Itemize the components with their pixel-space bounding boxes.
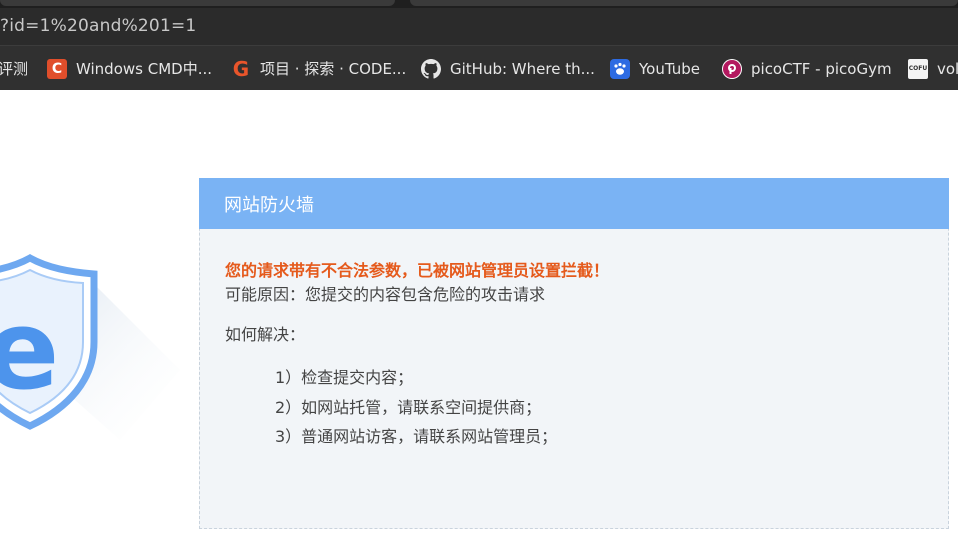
bookmark-item[interactable]: C Windows CMD中... <box>47 46 212 90</box>
address-url[interactable]: ?id=1%20and%201=1 <box>0 16 196 36</box>
baidu-paw-icon <box>610 58 630 79</box>
c-logo-icon: C <box>47 58 67 79</box>
panel-title: 网站防火墙 <box>199 178 949 229</box>
bookmark-item[interactable]: YouTube <box>610 46 700 90</box>
solution-step: 1）检查提交内容； <box>275 368 414 387</box>
g-logo-icon: G <box>232 56 250 81</box>
picoctf-icon <box>722 58 742 79</box>
bookmark-label: Windows CMD中... <box>76 60 212 78</box>
bookmark-item[interactable]: COFU vol <box>908 46 958 90</box>
solution-heading: 如何解决： <box>225 325 306 344</box>
browser-tab-strip <box>0 0 958 8</box>
github-icon <box>421 58 441 79</box>
bookmark-label: GitHub: Where th... <box>450 59 595 78</box>
solution-step: 2）如网站托管，请联系空间提供商； <box>275 397 542 417</box>
solution-step: 3）普通网站访客，请联系网站管理员； <box>275 427 558 446</box>
block-warning: 您的请求带有不合法参数，已被网站管理员设置拦截！ <box>225 261 610 280</box>
bookmark-label: picoCTF - picoGym <box>751 59 892 78</box>
bookmark-item[interactable]: GitHub: Where th... <box>421 46 595 90</box>
bookmark-item[interactable]: picoCTF - picoGym <box>722 46 892 90</box>
firewall-panel: 网站防火墙 您的请求带有不合法参数，已被网站管理员设置拦截！ 可能原因：您提交的… <box>199 178 949 529</box>
bookmark-label: YouTube <box>639 59 700 78</box>
browser-tab[interactable] <box>0 0 395 6</box>
page-content: e 网站防火墙 您的请求带有不合法参数，已被网站管理员设置拦截！ 可能原因：您提… <box>0 90 958 553</box>
bookmark-item[interactable]: 评测 <box>0 46 28 90</box>
bookmark-label: vol <box>937 59 958 78</box>
bookmark-label: 项目 · 探索 · CODE... <box>260 60 407 78</box>
firewall-shield-icon: e <box>0 253 180 440</box>
browser-tab[interactable] <box>410 0 958 6</box>
block-reason: 可能原因：您提交的内容包含危险的攻击请求 <box>225 285 546 304</box>
bookmarks-bar: 评测 C Windows CMD中... G 项目 · 探索 · CODE...… <box>0 45 958 90</box>
cofu-icon: COFU <box>908 58 928 79</box>
bookmark-label: 评测 <box>0 60 29 78</box>
solution-steps: 1）检查提交内容； 2）如网站托管，请联系空间提供商； 3）普通网站访客，请联系… <box>275 363 557 452</box>
bookmark-item[interactable]: G 项目 · 探索 · CODE... <box>231 46 406 90</box>
address-bar[interactable]: ?id=1%20and%201=1 <box>0 8 958 45</box>
logo-letter: e <box>0 286 59 414</box>
